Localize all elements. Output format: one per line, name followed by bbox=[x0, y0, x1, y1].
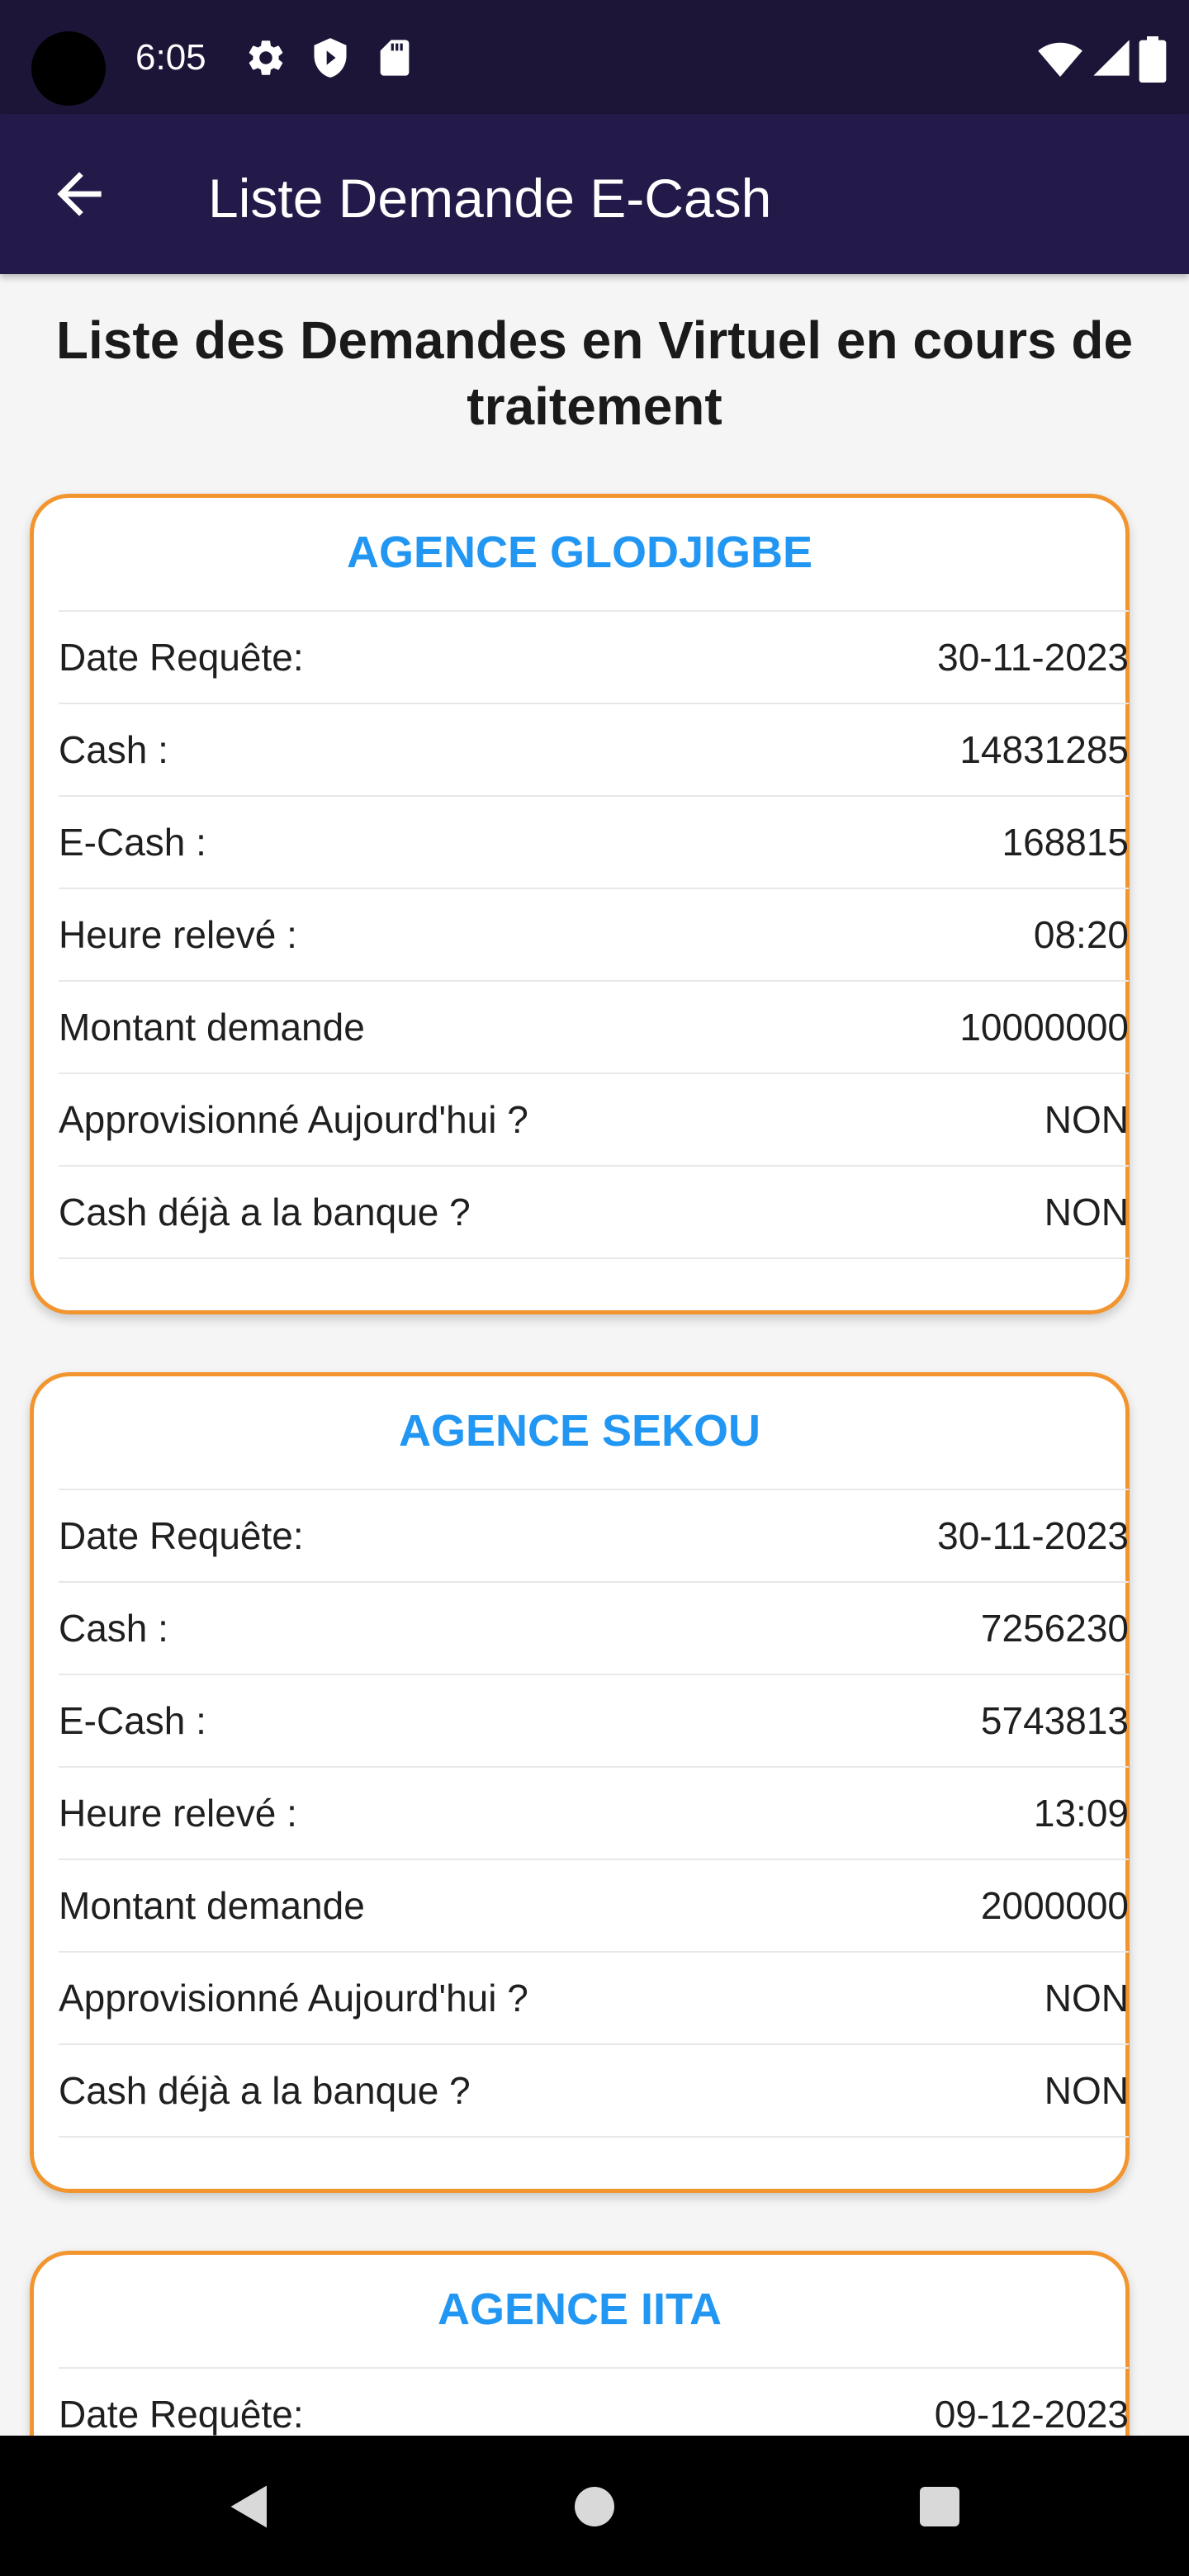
detail-row-time: Heure relevé : 13:09 bbox=[59, 1768, 1129, 1860]
detail-row-bank: Cash déjà a la banque ? NON bbox=[59, 2045, 1129, 2138]
signal-icon bbox=[1090, 36, 1133, 79]
card-title: AGENCE IITA bbox=[437, 2285, 722, 2334]
status-time: 6:05 bbox=[135, 37, 206, 78]
row-label: Cash : bbox=[59, 1607, 168, 1650]
row-value: 7256230 bbox=[980, 1607, 1129, 1650]
card-details: Date Requête: 30-11-2023 Cash : 14831285… bbox=[59, 610, 1129, 1259]
battery-icon bbox=[1136, 36, 1169, 83]
back-button[interactable] bbox=[46, 161, 112, 227]
card-details: Date Requête: 09-12-2023 bbox=[59, 2367, 1129, 2436]
row-label: Approvisionné Aujourd'hui ? bbox=[59, 1098, 528, 1141]
row-value: 5743813 bbox=[980, 1699, 1129, 1742]
row-value: 13:09 bbox=[1033, 1792, 1129, 1835]
request-card[interactable]: AGENCE SEKOU Date Requête: 30-11-2023 Ca… bbox=[30, 1372, 1130, 2193]
row-value: 14831285 bbox=[959, 728, 1129, 771]
shield-icon bbox=[309, 36, 352, 79]
row-label: Date Requête: bbox=[59, 636, 304, 679]
detail-row-supplied: Approvisionné Aujourd'hui ? NON bbox=[59, 1074, 1129, 1167]
sd-card-icon bbox=[373, 36, 416, 79]
app-bar: Liste Demande E-Cash bbox=[0, 114, 1189, 274]
request-list[interactable]: Liste des Demandes en Virtuel en cours d… bbox=[0, 274, 1189, 2436]
row-value: 09-12-2023 bbox=[934, 2393, 1129, 2436]
row-value: 30-11-2023 bbox=[937, 1514, 1129, 1557]
detail-row-ecash: E-Cash : 5743813 bbox=[59, 1675, 1129, 1768]
gear-icon bbox=[244, 36, 287, 79]
row-value: 10000000 bbox=[959, 1006, 1129, 1049]
request-card[interactable]: AGENCE IITA Date Requête: 09-12-2023 bbox=[30, 2251, 1130, 2436]
row-value: NON bbox=[1044, 2069, 1129, 2112]
row-label: Heure relevé : bbox=[59, 913, 297, 956]
row-value: 2000000 bbox=[980, 1884, 1129, 1927]
row-value: NON bbox=[1044, 1977, 1129, 2020]
detail-row-cash: Cash : 7256230 bbox=[59, 1583, 1129, 1675]
detail-row-time: Heure relevé : 08:20 bbox=[59, 889, 1129, 982]
row-value: NON bbox=[1044, 1191, 1129, 1234]
row-label: Cash déjà a la banque ? bbox=[59, 2069, 471, 2112]
detail-row-date: Date Requête: 09-12-2023 bbox=[59, 2369, 1129, 2436]
page-heading: Liste des Demandes en Virtuel en cours d… bbox=[55, 310, 1134, 436]
card-title: AGENCE SEKOU bbox=[398, 1406, 761, 1456]
row-label: Montant demande bbox=[59, 1006, 365, 1049]
back-triangle-icon[interactable] bbox=[220, 2477, 279, 2536]
row-label: E-Cash : bbox=[59, 821, 206, 864]
row-value: NON bbox=[1044, 1098, 1129, 1141]
detail-row-ecash: E-Cash : 168815 bbox=[59, 797, 1129, 889]
wifi-icon bbox=[1037, 36, 1083, 83]
card-title: AGENCE GLODJIGBE bbox=[346, 528, 813, 577]
row-label: Date Requête: bbox=[59, 1514, 304, 1557]
row-value: 168815 bbox=[1002, 821, 1130, 864]
status-bar: 6:05 bbox=[0, 0, 1189, 114]
detail-row-bank: Cash déjà a la banque ? NON bbox=[59, 1167, 1129, 1259]
detail-row-date: Date Requête: 30-11-2023 bbox=[59, 612, 1129, 704]
row-label: Heure relevé : bbox=[59, 1792, 297, 1835]
row-value: 08:20 bbox=[1033, 913, 1129, 956]
detail-row-supplied: Approvisionné Aujourd'hui ? NON bbox=[59, 1953, 1129, 2045]
card-details: Date Requête: 30-11-2023 Cash : 7256230 … bbox=[59, 1489, 1129, 2138]
app-bar-title: Liste Demande E-Cash bbox=[208, 168, 772, 229]
row-label: Cash : bbox=[59, 728, 168, 771]
row-label: Approvisionné Aujourd'hui ? bbox=[59, 1977, 528, 2020]
home-circle-icon[interactable] bbox=[565, 2477, 624, 2536]
row-label: Cash déjà a la banque ? bbox=[59, 1191, 471, 1234]
row-label: E-Cash : bbox=[59, 1699, 206, 1742]
row-label: Montant demande bbox=[59, 1884, 365, 1927]
recents-square-icon[interactable] bbox=[910, 2477, 969, 2536]
row-value: 30-11-2023 bbox=[937, 636, 1129, 679]
detail-row-amount: Montant demande 2000000 bbox=[59, 1860, 1129, 1953]
detail-row-cash: Cash : 14831285 bbox=[59, 704, 1129, 797]
navigation-bar bbox=[0, 2436, 1189, 2576]
row-label: Date Requête: bbox=[59, 2393, 304, 2436]
camera-cutout bbox=[31, 31, 106, 106]
request-card[interactable]: AGENCE GLODJIGBE Date Requête: 30-11-202… bbox=[30, 494, 1130, 1314]
detail-row-date: Date Requête: 30-11-2023 bbox=[59, 1490, 1129, 1583]
detail-row-amount: Montant demande 10000000 bbox=[59, 982, 1129, 1074]
arrow-left-icon bbox=[57, 172, 102, 216]
